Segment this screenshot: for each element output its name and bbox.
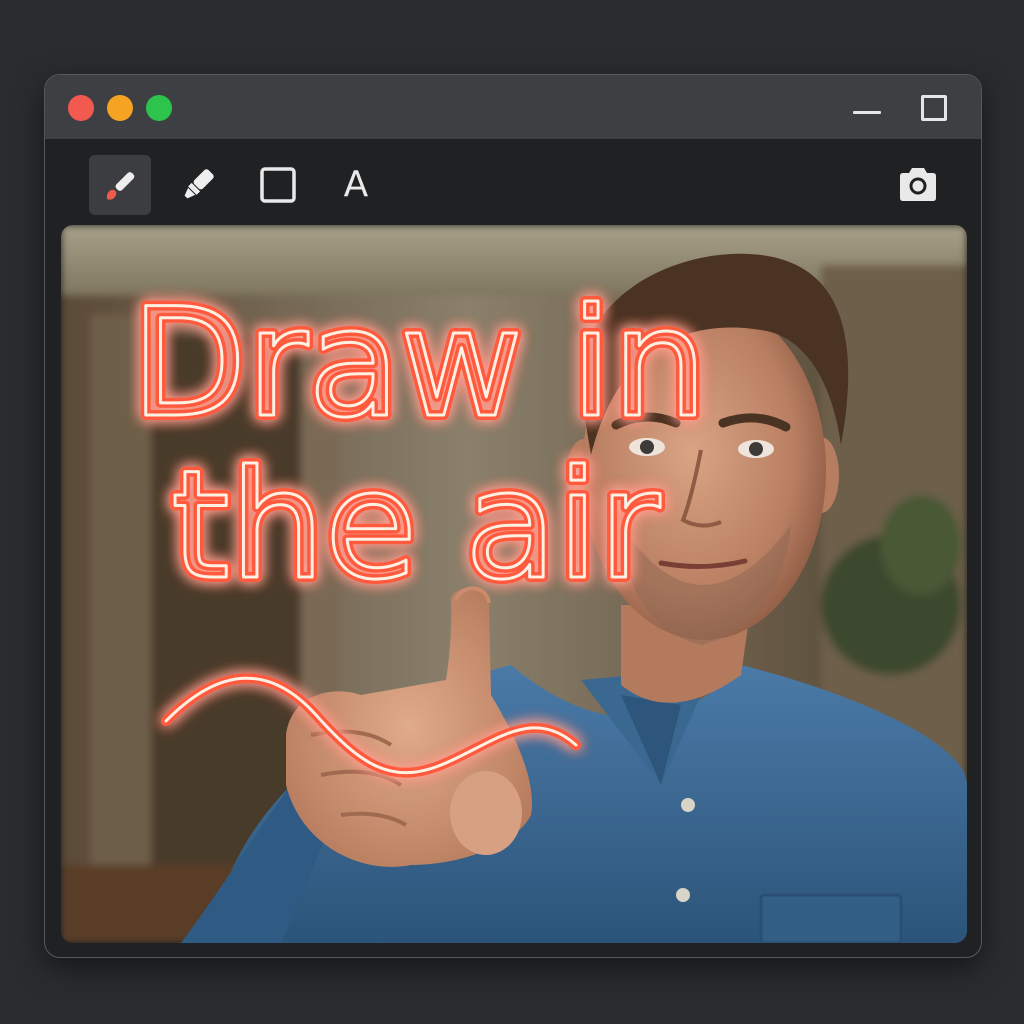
- close-button[interactable]: [68, 95, 94, 121]
- minimize-icon[interactable]: [853, 99, 881, 121]
- brush-icon: [106, 172, 135, 200]
- drawing-text-line-2-core: the air: [171, 439, 660, 613]
- camera-canvas[interactable]: Draw in Draw in the air the air: [61, 225, 967, 943]
- highlighter-tool-button[interactable]: [167, 155, 229, 215]
- zoom-button[interactable]: [146, 95, 172, 121]
- drawing-toolbar: A: [45, 139, 981, 225]
- title-bar[interactable]: [45, 75, 981, 139]
- square-icon: [260, 167, 296, 203]
- app-window: A Draw in Draw in the air the air: [44, 74, 982, 958]
- video-feed: Draw in Draw in the air the air: [61, 225, 967, 943]
- brush-tool-button[interactable]: [89, 155, 151, 215]
- highlighter-icon: [184, 169, 214, 199]
- text-tool-button[interactable]: A: [325, 155, 387, 215]
- text-icon: A: [343, 164, 369, 205]
- brush-tip-shape: [106, 189, 117, 200]
- screenshot-button[interactable]: [887, 155, 949, 215]
- maximize-icon[interactable]: [921, 95, 947, 121]
- minimize-button[interactable]: [107, 95, 133, 121]
- rectangle-tool-button[interactable]: [247, 155, 309, 215]
- camera-icon: [900, 168, 936, 201]
- drawing-text-line-1-core: Draw in: [131, 277, 707, 451]
